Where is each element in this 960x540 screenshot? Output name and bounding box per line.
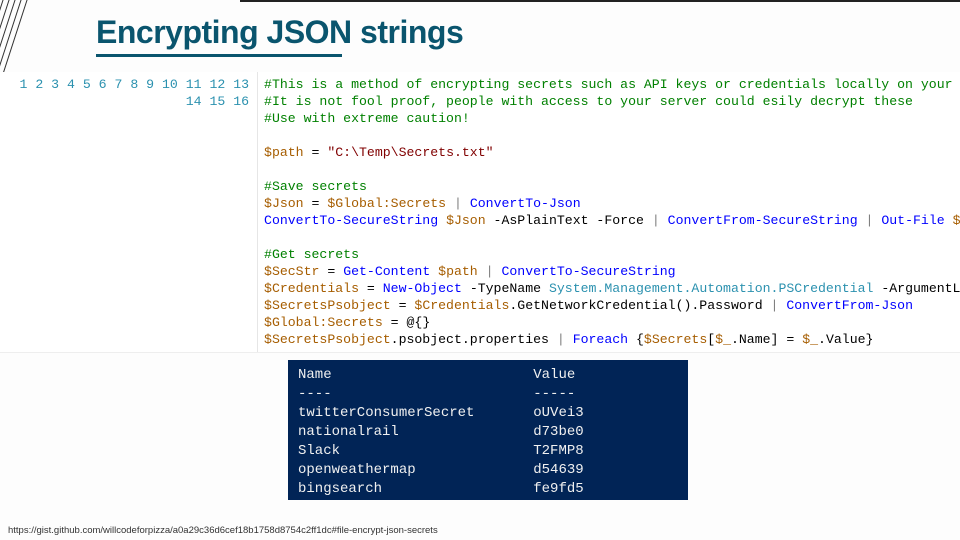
code-lines: #This is a method of encrypting secrets …	[258, 72, 960, 352]
powershell-console-output: Name Value ---- ----- twitterConsumerSec…	[288, 360, 688, 500]
footer-url: https://gist.github.com/willcodeforpizza…	[8, 525, 438, 536]
top-rule	[240, 0, 960, 2]
title-underline	[96, 54, 342, 57]
slide-title: Encrypting JSON strings	[96, 14, 463, 51]
code-gutter: 1 2 3 4 5 6 7 8 9 10 11 12 13 14 15 16	[0, 72, 258, 352]
code-block: 1 2 3 4 5 6 7 8 9 10 11 12 13 14 15 16 #…	[0, 72, 960, 353]
